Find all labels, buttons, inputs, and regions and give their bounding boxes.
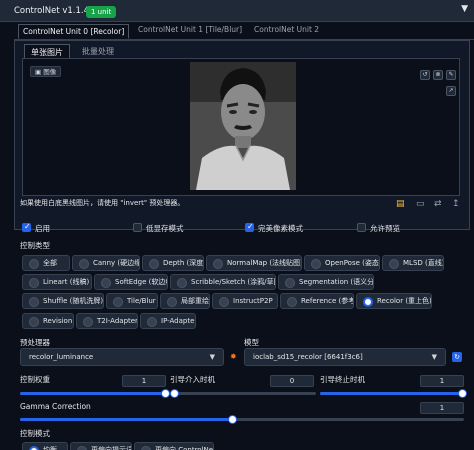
undo-icon[interactable]: ↺ xyxy=(420,70,430,80)
tab-unit-0[interactable]: ControlNet Unit 0 [Recolor] xyxy=(18,24,130,39)
chevron-down-icon: ▼ xyxy=(209,353,215,361)
control-type-option[interactable]: 局部重绘 xyxy=(160,293,210,309)
weight-slider-thumb[interactable] xyxy=(161,389,170,398)
pixel-perfect-checkbox[interactable] xyxy=(245,222,254,232)
gamma-value-input[interactable]: 1 xyxy=(420,402,464,414)
end-value-input[interactable]: 1 xyxy=(420,375,464,387)
start-label: 引导介入时机 xyxy=(170,375,215,384)
model-dropdown[interactable]: ioclab_sd15_recolor [6641f3c6] ▼ xyxy=(244,348,446,366)
control-type-option[interactable]: Reference (参考) xyxy=(280,293,354,309)
control-type-option[interactable]: Scribble/Sketch (涂鸦/草图) xyxy=(170,274,276,290)
refresh-icon[interactable]: ↻ xyxy=(452,352,462,362)
end-slider-thumb[interactable] xyxy=(458,389,467,398)
gamma-slider-thumb[interactable] xyxy=(228,415,237,424)
chevron-down-icon: ▼ xyxy=(431,353,437,361)
model-value: ioclab_sd15_recolor [6641f3c6] xyxy=(253,353,363,361)
control-type-option[interactable]: Lineart (线稿) xyxy=(22,274,92,290)
invert-hint-text: 如果使用白底黑线图片，请使用 "invert" 预处理器。 xyxy=(20,199,185,207)
allow-preview-label: 允许预览 xyxy=(370,224,400,233)
control-type-option[interactable]: SoftEdge (软边缘) xyxy=(94,274,168,290)
clear-icon[interactable]: ⊗ xyxy=(433,70,443,80)
control-type-option[interactable]: Depth (深度) xyxy=(142,255,204,271)
low-vram-checkbox[interactable] xyxy=(133,223,142,232)
tab-batch[interactable]: 批量处理 xyxy=(82,46,114,57)
end-label: 引导终止时机 xyxy=(320,375,365,384)
controlnet-header[interactable]: ControlNet v1.1.410 1 unit ▼ xyxy=(0,0,474,22)
edit-icon[interactable]: ✎ xyxy=(446,70,456,80)
triangle-down-icon[interactable]: ▼ xyxy=(461,4,468,14)
control-mode-option[interactable]: 更偏向 ControlNet xyxy=(134,442,214,450)
control-type-option[interactable]: T2I-Adapter xyxy=(76,313,138,329)
allow-preview-checkbox[interactable] xyxy=(357,223,366,232)
start-slider-thumb[interactable] xyxy=(170,389,179,398)
unit-tab-bar: ControlNet Unit 0 [Recolor] ControlNet U… xyxy=(14,22,474,40)
gamma-label: Gamma Correction xyxy=(20,402,91,411)
image-label: ▣ 图像 xyxy=(30,66,62,77)
swap-icon[interactable]: ⇄ xyxy=(434,199,442,209)
control-type-option[interactable]: MLSD (直线) xyxy=(382,255,444,271)
pixel-perfect-label: 完美像素模式 xyxy=(258,224,303,233)
send-dimensions-icon[interactable]: ↥ xyxy=(452,199,460,209)
control-type-option[interactable]: InstructP2P xyxy=(212,293,278,309)
enable-label: 启用 xyxy=(35,224,50,233)
control-type-option[interactable]: Segmentation (语义分割) xyxy=(278,274,374,290)
model-label: 模型 xyxy=(244,338,259,347)
control-type-option[interactable]: Canny (硬边缘) xyxy=(72,255,140,271)
tab-unit-1[interactable]: ControlNet Unit 1 [Tile/Blur] xyxy=(138,25,242,34)
control-type-option[interactable]: Tile/Blur xyxy=(106,293,158,309)
end-slider-fill xyxy=(320,392,464,395)
portrait-photo-icon xyxy=(190,62,296,190)
explosion-icon[interactable]: ✸ xyxy=(230,352,237,361)
control-type-option-selected[interactable]: Recolor (重上色) xyxy=(356,293,432,309)
preprocessor-dropdown[interactable]: recolor_luminance ▼ xyxy=(20,348,224,366)
low-vram-label: 低显存模式 xyxy=(146,224,184,233)
start-slider-track[interactable] xyxy=(170,392,316,395)
control-type-option[interactable]: IP-Adapter xyxy=(140,313,196,329)
control-mode-label: 控制模式 xyxy=(20,429,50,438)
control-type-option[interactable]: 全部 xyxy=(22,255,70,271)
control-mode-option-selected[interactable]: 均衡 xyxy=(22,442,68,450)
control-type-option[interactable]: OpenPose (姿态) xyxy=(304,255,380,271)
image-icon: ▣ xyxy=(35,68,42,76)
weight-slider-fill xyxy=(20,392,166,395)
resize-arrow-icon[interactable]: ↗ xyxy=(446,86,456,96)
control-type-option[interactable]: NormalMap (法线贴图) xyxy=(206,255,302,271)
unit-count-badge: 1 unit xyxy=(86,6,117,18)
control-type-option[interactable]: Shuffle (随机洗牌) xyxy=(22,293,104,309)
control-type-option[interactable]: Revision xyxy=(22,313,74,329)
weight-label: 控制权重 xyxy=(20,375,50,384)
new-canvas-icon[interactable]: ▤ xyxy=(396,199,405,209)
control-type-label: 控制类型 xyxy=(20,241,50,250)
control-mode-option[interactable]: 更偏向提示词 xyxy=(70,442,132,450)
tab-unit-2[interactable]: ControlNet Unit 2 xyxy=(254,25,319,34)
preprocessor-value: recolor_luminance xyxy=(29,353,94,361)
gamma-slider-fill xyxy=(20,418,232,421)
preprocessor-label: 预处理器 xyxy=(20,338,50,347)
enable-checkbox[interactable] xyxy=(22,222,31,232)
start-value-input[interactable]: 0 xyxy=(270,375,314,387)
camera-icon[interactable]: ▭ xyxy=(416,199,425,209)
weight-value-input[interactable]: 1 xyxy=(122,375,166,387)
